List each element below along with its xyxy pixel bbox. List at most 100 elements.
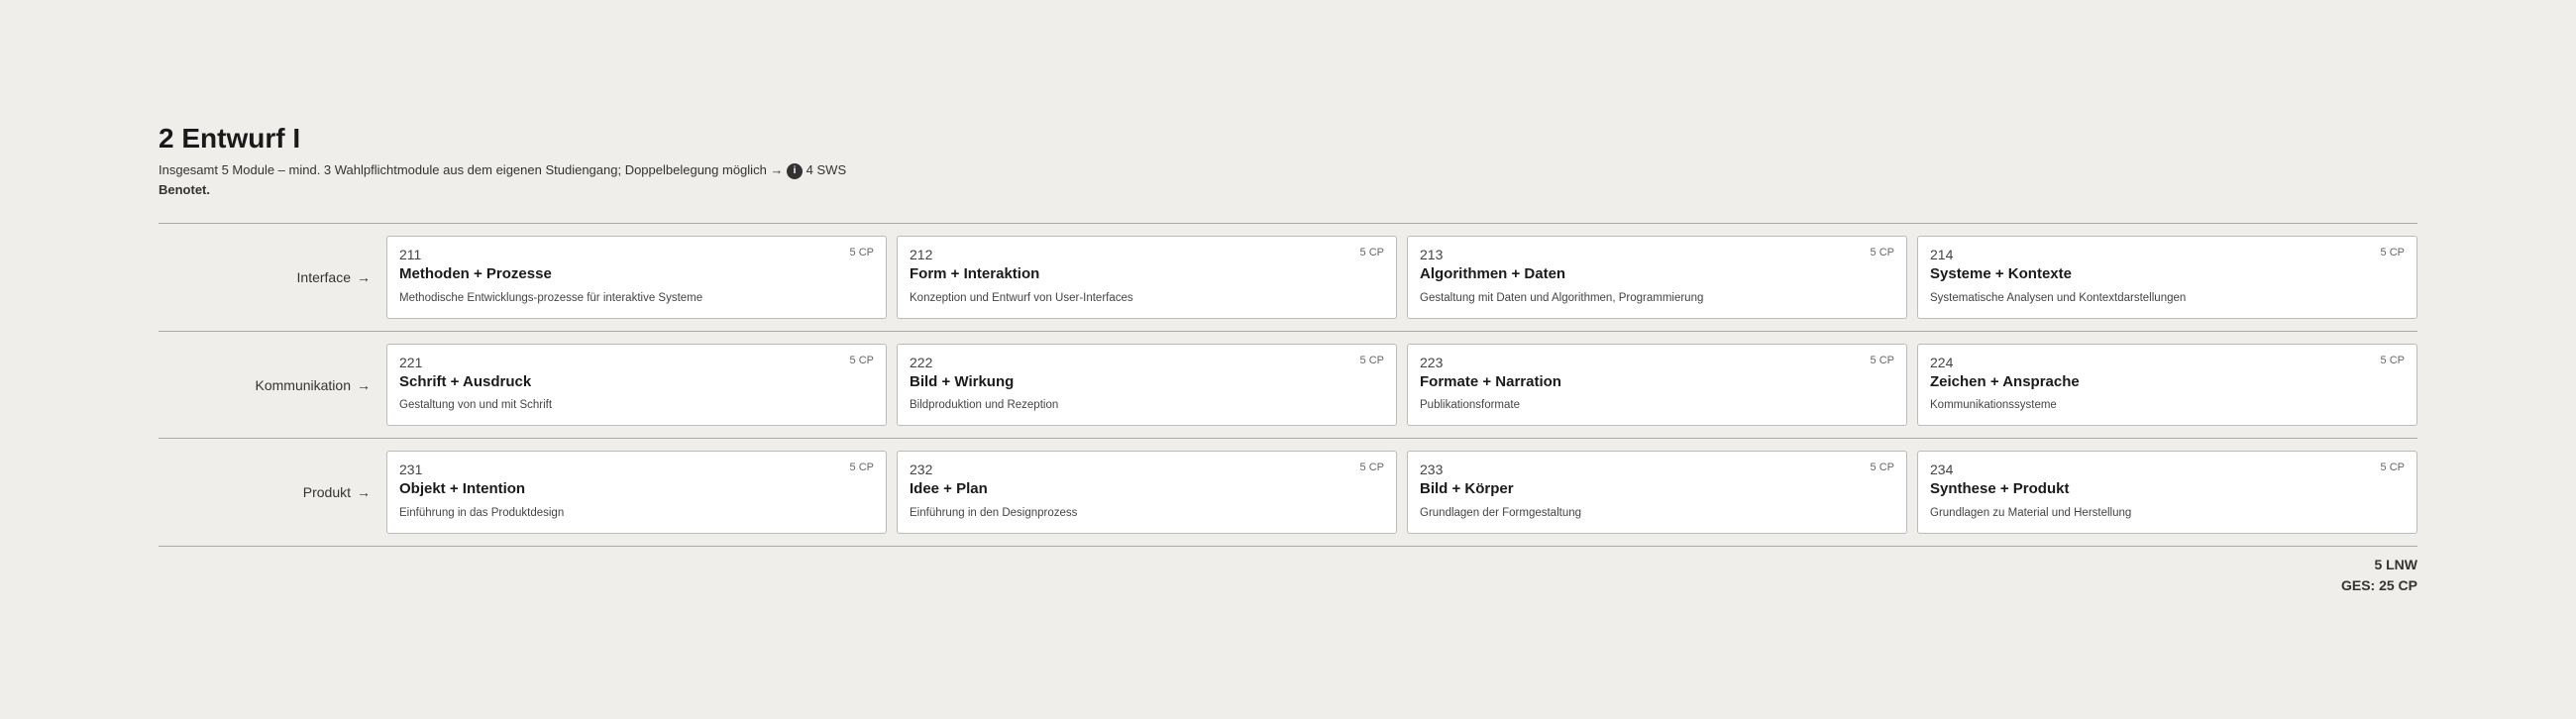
card-223: 223 5 CP Formate + Narration Publikation… [1407,344,1907,427]
card-211: 211 5 CP Methoden + Prozesse Methodische… [386,236,887,319]
card-234-header: 234 5 CP [1930,462,2405,477]
header: 2 Entwurf I Insgesamt 5 Module – mind. 3… [159,123,2417,199]
card-211-desc: Methodische Entwicklungs-prozesse für in… [399,290,874,306]
card-212-cp: 5 CP [1360,247,1384,258]
card-214-cp: 5 CP [2381,247,2405,258]
page-title: 2 Entwurf I [159,123,2417,154]
card-233-desc: Grundlagen der Formgestaltung [1420,505,1894,521]
card-232-number: 232 [910,462,932,477]
cards-row-kommunikation: 221 5 CP Schrift + Ausdruck Gestaltung v… [386,344,2417,427]
card-224-header: 224 5 CP [1930,355,2405,370]
card-211-number: 211 [399,247,421,262]
card-221-header: 221 5 CP [399,355,874,370]
row-interface: Interface → 211 5 CP Methoden + Prozesse… [159,223,2417,331]
card-213-header: 213 5 CP [1420,247,1894,262]
card-211-header: 211 5 CP [399,247,874,262]
card-213-desc: Gestaltung mit Daten und Algorithmen, Pr… [1420,290,1894,306]
card-222-cp: 5 CP [1360,355,1384,366]
card-223-title: Formate + Narration [1420,372,1894,392]
card-212-desc: Konzeption und Entwurf von User-Interfac… [910,290,1384,306]
row-kommunikation: Kommunikation → 221 5 CP Schrift + Ausdr… [159,331,2417,439]
card-212: 212 5 CP Form + Interaktion Konzeption u… [897,236,1397,319]
card-224-title: Zeichen + Ansprache [1930,372,2405,392]
card-231-header: 231 5 CP [399,462,874,477]
card-222-number: 222 [910,355,932,370]
row-label-produkt: Produkt → [159,451,386,534]
card-214-title: Systeme + Kontexte [1930,264,2405,284]
card-231-cp: 5 CP [850,462,874,473]
card-213-number: 213 [1420,247,1443,262]
card-213: 213 5 CP Algorithmen + Daten Gestaltung … [1407,236,1907,319]
card-222-title: Bild + Wirkung [910,372,1384,392]
card-222: 222 5 CP Bild + Wirkung Bildproduktion u… [897,344,1397,427]
card-232-title: Idee + Plan [910,479,1384,499]
card-233: 233 5 CP Bild + Körper Grundlagen der Fo… [1407,451,1907,534]
row-produkt: Produkt → 231 5 CP Objekt + Intention Ei… [159,438,2417,547]
card-231-number: 231 [399,462,422,477]
card-221: 221 5 CP Schrift + Ausdruck Gestaltung v… [386,344,887,427]
card-224-desc: Kommunikationssysteme [1930,397,2405,413]
card-232-desc: Einführung in den Designprozess [910,505,1384,521]
card-224-cp: 5 CP [2381,355,2405,366]
card-234: 234 5 CP Synthese + Produkt Grundlagen z… [1917,451,2417,534]
card-214-header: 214 5 CP [1930,247,2405,262]
footer-ges: GES: 25 CP [2341,575,2417,596]
card-233-number: 233 [1420,462,1443,477]
card-234-cp: 5 CP [2381,462,2405,473]
card-212-title: Form + Interaktion [910,264,1384,284]
card-234-number: 234 [1930,462,1953,477]
row-label-text-interface: Interface [297,269,351,285]
card-234-title: Synthese + Produkt [1930,479,2405,499]
card-233-title: Bild + Körper [1420,479,1894,499]
card-224: 224 5 CP Zeichen + Ansprache Kommunikati… [1917,344,2417,427]
card-214-number: 214 [1930,247,1953,262]
cards-row-produkt: 231 5 CP Objekt + Intention Einführung i… [386,451,2417,534]
arrow-icon-kommunikation: → [357,377,371,393]
card-214-desc: Systematische Analysen und Kontextdarste… [1930,290,2405,306]
card-212-header: 212 5 CP [910,247,1384,262]
card-233-header: 233 5 CP [1420,462,1894,477]
card-224-number: 224 [1930,355,1953,370]
card-221-desc: Gestaltung von und mit Schrift [399,397,874,413]
footer-stats: 5 LNW GES: 25 CP [2341,555,2417,596]
card-211-title: Methoden + Prozesse [399,264,874,284]
row-label-text-produkt: Produkt [303,484,351,500]
card-221-number: 221 [399,355,422,370]
row-label-kommunikation: Kommunikation → [159,344,386,427]
sws-text: 4 SWS [806,162,846,177]
info-icon: i [787,163,803,179]
grade-label: Benotet. [159,182,210,197]
card-222-header: 222 5 CP [910,355,1384,370]
card-213-title: Algorithmen + Daten [1420,264,1894,284]
arrow-icon-interface: → [357,269,371,285]
cards-row-interface: 211 5 CP Methoden + Prozesse Methodische… [386,236,2417,319]
card-221-cp: 5 CP [850,355,874,366]
subtitle-text: Insgesamt 5 Module – mind. 3 Wahlpflicht… [159,162,783,177]
card-213-cp: 5 CP [1871,247,1894,258]
card-234-desc: Grundlagen zu Material und Herstellung [1930,505,2405,521]
grid-section: Interface → 211 5 CP Methoden + Prozesse… [159,223,2417,547]
card-221-title: Schrift + Ausdruck [399,372,874,392]
header-subtitle: Insgesamt 5 Module – mind. 3 Wahlpflicht… [159,160,2417,199]
row-label-text-kommunikation: Kommunikation [256,377,352,393]
card-231-desc: Einführung in das Produktdesign [399,505,874,521]
row-label-interface: Interface → [159,236,386,319]
arrow-icon-produkt: → [357,484,371,500]
card-223-cp: 5 CP [1871,355,1894,366]
card-232: 232 5 CP Idee + Plan Einführung in den D… [897,451,1397,534]
card-211-cp: 5 CP [850,247,874,258]
card-232-header: 232 5 CP [910,462,1384,477]
card-233-cp: 5 CP [1871,462,1894,473]
card-223-number: 223 [1420,355,1443,370]
card-222-desc: Bildproduktion und Rezeption [910,397,1384,413]
page-container: 2 Entwurf I Insgesamt 5 Module – mind. 3… [99,83,2477,636]
card-223-header: 223 5 CP [1420,355,1894,370]
card-231-title: Objekt + Intention [399,479,874,499]
footer-lnw: 5 LNW [2341,555,2417,575]
card-231: 231 5 CP Objekt + Intention Einführung i… [386,451,887,534]
card-212-number: 212 [910,247,932,262]
footer-row: 5 LNW GES: 25 CP [159,547,2417,596]
card-223-desc: Publikationsformate [1420,397,1894,413]
card-214: 214 5 CP Systeme + Kontexte Systematisch… [1917,236,2417,319]
card-232-cp: 5 CP [1360,462,1384,473]
